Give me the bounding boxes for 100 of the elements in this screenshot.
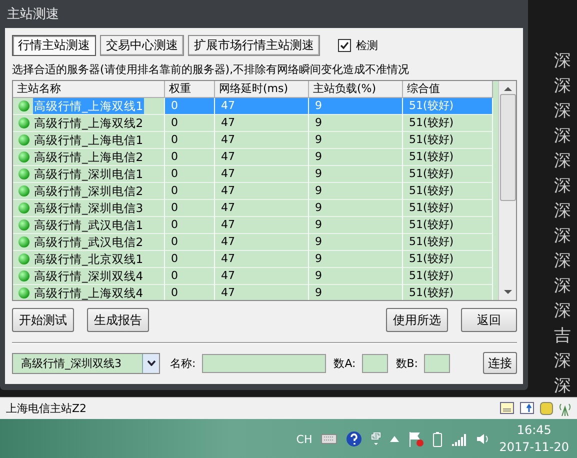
table-cell[interactable]: 高级行情_武汉电信2: [33, 234, 144, 250]
table-cell[interactable]: 高级行情_上海电信1: [33, 132, 144, 148]
table-cell[interactable]: 0: [165, 149, 215, 166]
background-text: 深: [554, 302, 572, 320]
table-cell[interactable]: 9: [309, 183, 403, 200]
background-text: 深: [554, 352, 572, 370]
background-text: 深: [554, 252, 572, 270]
table-cell[interactable]: 9: [309, 234, 403, 251]
table-cell[interactable]: 0: [165, 200, 215, 217]
window-icon[interactable]: [500, 402, 514, 414]
action-button[interactable]: 返回: [461, 308, 517, 332]
background-text: 深: [554, 102, 572, 120]
table-cell[interactable]: 高级行情_上海电信2: [33, 149, 144, 165]
table-cell[interactable]: 51(较好): [403, 268, 493, 285]
flag-icon[interactable]: [408, 431, 424, 447]
table-cell[interactable]: 0: [165, 268, 215, 285]
column-header[interactable]: 综合值: [403, 81, 493, 98]
table-cell[interactable]: 9: [309, 268, 403, 285]
table-cell[interactable]: 51(较好): [403, 251, 493, 268]
table-cell[interactable]: 51(较好): [403, 132, 493, 149]
table-cell[interactable]: 高级行情_北京双线1: [33, 251, 144, 267]
table-cell[interactable]: 47: [215, 234, 309, 251]
background-text: 深: [554, 152, 572, 170]
table-cell[interactable]: 51(较好): [403, 217, 493, 234]
action-button[interactable]: 开始测试: [12, 308, 74, 332]
checkbox-label: 检测: [356, 38, 378, 52]
background-text: 深: [554, 227, 572, 245]
scrollbar[interactable]: [498, 81, 516, 300]
table-cell[interactable]: 高级行情_深圳电信3: [33, 200, 144, 216]
table-cell[interactable]: 47: [215, 217, 309, 234]
scroll-down-icon[interactable]: [504, 289, 512, 295]
table-cell[interactable]: 9: [309, 251, 403, 268]
table-cell[interactable]: 51(较好): [403, 183, 493, 200]
action-button[interactable]: 使用所选: [386, 308, 448, 332]
help-icon[interactable]: [346, 431, 362, 447]
battery-icon[interactable]: [433, 432, 442, 446]
number-input-field[interactable]: [362, 354, 388, 372]
upload-icon[interactable]: [520, 402, 534, 414]
signal-icon[interactable]: [451, 432, 468, 446]
table-cell[interactable]: 高级行情_深圳双线4: [33, 268, 144, 284]
table-cell[interactable]: 47: [215, 285, 309, 300]
table-cell[interactable]: 9: [309, 285, 403, 300]
table-cell[interactable]: 47: [215, 183, 309, 200]
table-cell[interactable]: 9: [309, 149, 403, 166]
table-cell[interactable]: 47: [215, 166, 309, 183]
action-button[interactable]: 生成报告: [87, 308, 149, 332]
windows-icon[interactable]: [371, 432, 382, 446]
table-cell[interactable]: 51(较好): [403, 115, 493, 132]
table-cell[interactable]: 47: [215, 132, 309, 149]
table-cell[interactable]: 0: [165, 183, 215, 200]
window-title: 主站测速: [7, 6, 59, 23]
column-header[interactable]: 权重: [165, 81, 215, 98]
column-header[interactable]: 主站名称: [13, 81, 165, 98]
table-cell[interactable]: 0: [165, 251, 215, 268]
table-cell[interactable]: 高级行情_深圳电信1: [33, 166, 144, 182]
table-cell[interactable]: 51(较好): [403, 285, 493, 300]
table-cell[interactable]: 0: [165, 132, 215, 149]
table-cell[interactable]: 51(较好): [403, 200, 493, 217]
table-cell[interactable]: 高级行情_上海双线2: [33, 115, 144, 131]
keyboard-icon[interactable]: [321, 434, 338, 444]
caret-icon[interactable]: [390, 436, 400, 442]
column-header[interactable]: 网络延时(ms): [215, 81, 309, 98]
table-cell[interactable]: 47: [215, 149, 309, 166]
tab[interactable]: 行情主站测速: [12, 34, 96, 56]
table-cell[interactable]: 47: [215, 268, 309, 285]
table-cell[interactable]: 47: [215, 200, 309, 217]
table-cell[interactable]: 0: [165, 115, 215, 132]
table-cell[interactable]: 高级行情_上海双线4: [33, 285, 144, 300]
table-cell[interactable]: 51(较好): [403, 149, 493, 166]
speaker-icon[interactable]: [476, 432, 490, 446]
connect-button[interactable]: 连接: [483, 352, 517, 374]
table-cell[interactable]: 51(较好): [403, 166, 493, 183]
status-dot-icon: [18, 219, 30, 231]
table-cell[interactable]: 0: [165, 217, 215, 234]
table-cell[interactable]: 47: [215, 115, 309, 132]
scroll-up-icon[interactable]: [504, 86, 512, 92]
field-label: 数A:: [334, 356, 356, 370]
table-cell[interactable]: 9: [309, 200, 403, 217]
table-cell[interactable]: 9: [309, 132, 403, 149]
table-cell[interactable]: 0: [165, 234, 215, 251]
dropdown-icon[interactable]: [146, 360, 156, 366]
name-input-field[interactable]: [202, 354, 326, 372]
table-cell[interactable]: 9: [309, 217, 403, 234]
status-dot-icon: [18, 151, 30, 163]
column-header[interactable]: 主站负载(%): [309, 81, 403, 98]
antenna-icon[interactable]: [559, 402, 571, 416]
table-cell[interactable]: 9: [309, 166, 403, 183]
tab[interactable]: 交易中心测速: [100, 34, 184, 56]
background-text: 吉: [554, 327, 572, 345]
number-input-field[interactable]: [424, 354, 450, 372]
table-cell[interactable]: 9: [309, 115, 403, 132]
table-cell[interactable]: 高级行情_武汉电信1: [33, 217, 144, 233]
table-cell[interactable]: 47: [215, 251, 309, 268]
table-cell[interactable]: 51(较好): [403, 234, 493, 251]
server-dropdown[interactable]: 高级行情_深圳双线3: [12, 352, 160, 374]
tab[interactable]: 扩展市场行情主站测速: [188, 34, 320, 56]
table-cell[interactable]: 0: [165, 166, 215, 183]
checkbox[interactable]: [338, 38, 351, 52]
table-cell[interactable]: 0: [165, 285, 215, 300]
table-cell[interactable]: 高级行情_深圳电信2: [33, 183, 144, 199]
